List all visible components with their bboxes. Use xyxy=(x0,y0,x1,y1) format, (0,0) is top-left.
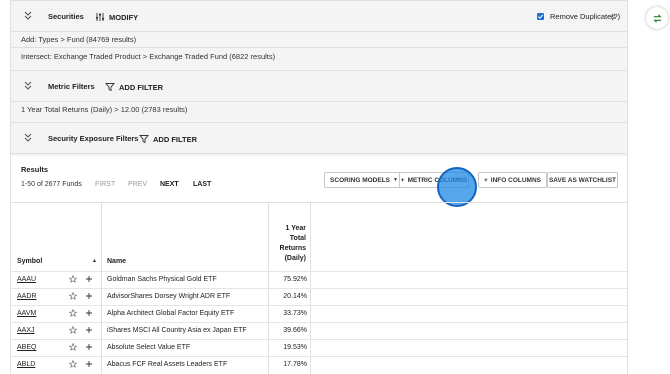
symbol-link[interactable]: ABLD xyxy=(17,361,35,368)
add-metric-filter-button[interactable]: ADD FILTER xyxy=(105,81,163,93)
divider xyxy=(11,47,627,48)
star-icon[interactable] xyxy=(69,309,77,317)
add-filter-label: ADD FILTER xyxy=(153,134,198,144)
modify-button[interactable]: MODIFY xyxy=(95,11,138,23)
metric-filters-header: Metric Filters ADD FILTER xyxy=(11,70,627,102)
fund-name: AdvisorShares Dorsey Wright ADR ETF xyxy=(107,293,231,300)
next-page-button[interactable]: NEXT xyxy=(160,181,179,188)
filter-funnel-icon xyxy=(139,135,149,144)
results-range: 1-50 of 2677 Funds xyxy=(21,181,82,188)
scoring-models-label: SCORING MODELS xyxy=(330,176,390,184)
plus-icon: + xyxy=(484,176,488,184)
fund-name: Goldman Sachs Physical Gold ETF xyxy=(107,276,217,283)
table-row[interactable]: AADR AdvisorShares Dorsey Wright ADR ETF… xyxy=(11,288,627,304)
exposure-filters-title: Security Exposure Filters xyxy=(48,134,139,143)
add-filter-label: ADD FILTER xyxy=(119,82,164,92)
returns-header-line: 1 Year xyxy=(285,225,306,232)
double-chevron-icon[interactable] xyxy=(23,133,33,143)
last-page-button[interactable]: LAST xyxy=(193,181,211,188)
symbol-link[interactable]: AAAU xyxy=(17,276,36,283)
metric-filters-title: Metric Filters xyxy=(48,82,95,91)
sort-up-icon[interactable]: ▲ xyxy=(92,258,97,264)
return-value: 33.73% xyxy=(283,310,307,317)
return-value: 75.92% xyxy=(283,276,307,283)
star-icon[interactable] xyxy=(69,360,77,368)
plus-icon[interactable] xyxy=(85,343,93,351)
results-title: Results xyxy=(21,165,49,174)
star-icon[interactable] xyxy=(69,343,77,351)
plus-icon[interactable] xyxy=(85,309,93,317)
caret-down-icon: ▼ xyxy=(393,177,398,183)
star-icon[interactable] xyxy=(69,292,77,300)
returns-header-line: (Daily) xyxy=(284,255,306,262)
metric-filter-line: 1 Year Total Returns (Daily) > 12.00 (27… xyxy=(21,105,188,114)
securities-header: Securities MODIFY Remove Duplicates (?) xyxy=(11,0,627,32)
column-header-symbol[interactable]: Symbol xyxy=(17,258,42,265)
click-indicator xyxy=(437,167,477,207)
return-value: 19.53% xyxy=(283,344,307,351)
star-icon[interactable] xyxy=(69,275,77,283)
check-icon xyxy=(537,14,544,19)
plus-icon[interactable] xyxy=(85,292,93,300)
fund-name: Alpha Architect Global Factor Equity ETF xyxy=(107,310,235,317)
securities-title: Securities xyxy=(48,12,84,21)
plus-icon[interactable] xyxy=(85,326,93,334)
table-top-border xyxy=(11,202,627,203)
symbol-link[interactable]: AADR xyxy=(17,293,36,300)
return-value: 39.66% xyxy=(283,327,307,334)
table-row[interactable]: AAXJ iShares MSCI All Country Asia ex Ja… xyxy=(11,322,627,338)
remove-duplicates-checkbox[interactable] xyxy=(537,13,544,20)
filter-funnel-icon xyxy=(105,83,115,92)
symbol-link[interactable]: ABEQ xyxy=(17,344,36,351)
info-columns-label: INFO COLUMNS xyxy=(490,176,541,184)
help-link[interactable]: (?) xyxy=(611,12,620,21)
remove-duplicates-label: Remove Duplicates xyxy=(550,12,616,21)
sliders-icon xyxy=(96,13,104,21)
column-header-returns[interactable]: 1 Year Total Returns (Daily) xyxy=(269,224,306,264)
symbol-link[interactable]: AAXJ xyxy=(17,327,35,334)
symbol-link[interactable]: AAVM xyxy=(17,310,36,317)
save-watchlist-label: SAVE AS WATCHLIST xyxy=(548,176,617,184)
exposure-filters-body xyxy=(11,154,627,156)
info-columns-button[interactable]: + INFO COLUMNS xyxy=(478,172,547,188)
star-icon[interactable] xyxy=(69,326,77,334)
fund-name: Abacus FCF Real Assets Leaders ETF xyxy=(107,361,228,368)
first-page-button[interactable]: FIRST xyxy=(95,181,115,188)
return-value: 17.78% xyxy=(283,361,307,368)
exposure-filters-header: Security Exposure Filters ADD FILTER xyxy=(11,122,627,154)
intersect-criteria-line: Intersect: Exchange Traded Product > Exc… xyxy=(21,52,276,61)
add-criteria-line: Add: Types > Fund (84769 results) xyxy=(21,35,137,44)
plus-icon[interactable] xyxy=(85,275,93,283)
modify-label: MODIFY xyxy=(109,12,139,22)
side-action-button[interactable] xyxy=(646,7,668,29)
double-chevron-icon[interactable] xyxy=(23,81,33,91)
table-row[interactable]: AAVM Alpha Architect Global Factor Equit… xyxy=(11,305,627,321)
swap-icon xyxy=(652,13,662,23)
scoring-models-button[interactable]: SCORING MODELS ▼ xyxy=(324,172,404,188)
plus-icon: + xyxy=(400,176,405,184)
double-chevron-icon[interactable] xyxy=(23,11,33,21)
screener-panel: Securities MODIFY Remove Duplicates (?) … xyxy=(10,0,628,374)
returns-header-line: Returns xyxy=(279,245,306,252)
metric-filters-body: 1 Year Total Returns (Daily) > 12.00 (27… xyxy=(11,102,627,122)
table-row[interactable]: ABLD Abacus FCF Real Assets Leaders ETF … xyxy=(11,356,627,372)
add-exposure-filter-button[interactable]: ADD FILTER xyxy=(139,133,197,145)
prev-page-button[interactable]: PREV xyxy=(128,181,147,188)
securities-body: Add: Types > Fund (84769 results) Inters… xyxy=(11,32,627,70)
returns-header-line: Total xyxy=(289,235,306,242)
table-row[interactable]: AAAU Goldman Sachs Physical Gold ETF 75.… xyxy=(11,271,627,287)
return-value: 20.14% xyxy=(283,293,307,300)
fund-name: Absolute Select Value ETF xyxy=(107,344,191,351)
plus-icon[interactable] xyxy=(85,360,93,368)
save-watchlist-button[interactable]: SAVE AS WATCHLIST xyxy=(547,172,618,188)
fund-name: iShares MSCI All Country Asia ex Japan E… xyxy=(107,327,247,334)
column-header-name[interactable]: Name xyxy=(107,258,126,265)
table-row[interactable]: ABEQ Absolute Select Value ETF 19.53% xyxy=(11,339,627,355)
